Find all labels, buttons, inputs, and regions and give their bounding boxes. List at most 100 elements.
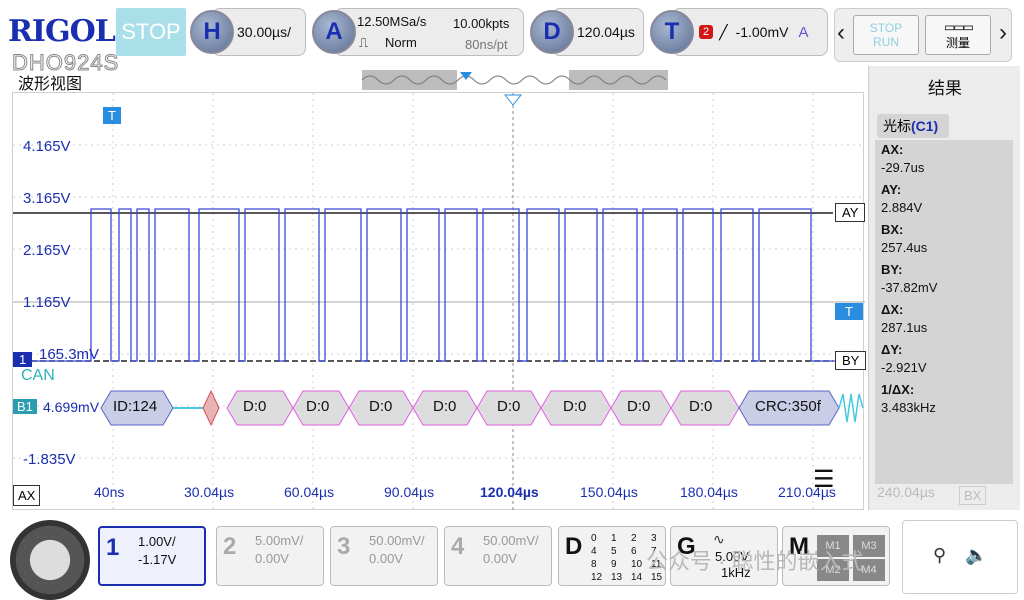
bottom-bar: 1 1.00V/ -1.17V 2 5.00mV/ 0.00V 3 50.00m… bbox=[0, 514, 1024, 600]
rising-edge-icon: ╱ bbox=[719, 23, 728, 40]
home-gear-icon[interactable] bbox=[10, 520, 90, 600]
y-label-3: 1.165V bbox=[23, 294, 71, 311]
cursor-ay-marker[interactable]: AY bbox=[835, 203, 866, 222]
ch1-trace bbox=[13, 208, 865, 362]
chevron-left-icon[interactable]: ‹ bbox=[837, 19, 845, 47]
digital-channel-12: 12 bbox=[591, 572, 603, 583]
acquire-icon[interactable]: A bbox=[312, 10, 356, 54]
results-tab-cursor[interactable]: 光标(C1) bbox=[877, 114, 949, 138]
digital-channel-9: 9 bbox=[611, 559, 617, 570]
result-value-bx: 257.4us bbox=[881, 240, 928, 255]
time-per-point: 80ns/pt bbox=[465, 37, 508, 52]
y-label-2: 2.165V bbox=[23, 242, 71, 259]
usb-icon: ⚲ bbox=[933, 545, 947, 565]
decode-frame-d0: D:0 bbox=[243, 398, 267, 415]
acq-mode: Norm bbox=[385, 35, 417, 50]
digital-channel-10: 10 bbox=[631, 559, 643, 570]
digital-channel-3: 3 bbox=[651, 533, 657, 544]
delay-value: 120.04µs bbox=[577, 24, 635, 40]
decode-frame-d3: D:0 bbox=[433, 398, 457, 415]
acquire-button[interactable]: 12.50MSa/s 10.00kpts ⎍ Norm 80ns/pt bbox=[334, 8, 524, 56]
y-label-4: 165.3mV bbox=[39, 346, 100, 363]
cursor-ax-marker[interactable]: AX bbox=[13, 485, 41, 506]
digital-channel-14: 14 bbox=[631, 572, 643, 583]
result-key-ax: AX: bbox=[881, 142, 904, 157]
system-panel: ⚲ 🔈 bbox=[902, 520, 1018, 594]
ruler-icon: ▭▭▭ bbox=[943, 19, 974, 34]
result-value-dy: -2.921V bbox=[881, 360, 927, 375]
digital-channel-4: 4 bbox=[591, 546, 597, 557]
quick-panel: ‹ STOP RUN ▭▭▭ 测量 › bbox=[834, 8, 1012, 62]
top-toolbar: RIGOL STOP 30.00µs/ H 12.50MSa/s 10.00kp… bbox=[0, 0, 1024, 66]
cursor-bx-marker[interactable]: BX bbox=[959, 486, 987, 505]
decode-frame-d6: D:0 bbox=[627, 398, 651, 415]
waveform-view[interactable]: ID:124 D:0 D:0 D:0 D:0 D:0 D:0 D:0 D:0 C… bbox=[12, 92, 867, 511]
x-label-1: 30.04µs bbox=[184, 484, 235, 500]
trigger-level-marker[interactable]: T bbox=[835, 303, 863, 320]
x-label-8: 240.04µs bbox=[877, 484, 935, 500]
result-value-ay: 2.884V bbox=[881, 200, 923, 215]
horizontal-icon[interactable]: H bbox=[190, 10, 234, 54]
memory-depth: 10.00kpts bbox=[453, 16, 510, 31]
result-value-ax: -29.7us bbox=[881, 160, 925, 175]
decode-frame-d4: D:0 bbox=[497, 398, 521, 415]
result-key-invdx: 1/ΔX: bbox=[881, 382, 915, 397]
stop-status-button[interactable]: STOP bbox=[116, 8, 186, 56]
digital-channel-8: 8 bbox=[591, 559, 597, 570]
trigger-button[interactable]: 2 ╱ -1.00mV A bbox=[672, 8, 828, 56]
speaker-mute-icon[interactable]: 🔈 bbox=[965, 545, 987, 566]
decode-frame-id: ID:124 bbox=[113, 398, 158, 415]
overview-strip[interactable] bbox=[362, 70, 668, 90]
result-key-dy: ΔY: bbox=[881, 342, 903, 357]
trigger-position-marker[interactable]: T bbox=[103, 107, 121, 124]
x-label-0: 40ns bbox=[94, 484, 125, 500]
decode-frame-crc: CRC:350f bbox=[755, 398, 821, 415]
result-value-by: -37.82mV bbox=[881, 280, 938, 295]
decode-frame-d2: D:0 bbox=[369, 398, 393, 415]
acq-mode-icon: ⎍ bbox=[359, 35, 369, 50]
chevron-right-icon[interactable]: › bbox=[999, 19, 1007, 47]
digital-channel-13: 13 bbox=[611, 572, 623, 583]
ch1-offset-marker[interactable]: 1 bbox=[13, 352, 33, 367]
bus-b1-marker[interactable]: B1 bbox=[13, 399, 37, 414]
y-label-1: 3.165V bbox=[23, 190, 71, 207]
rigol-logo: RIGOL bbox=[8, 14, 116, 49]
stop-run-button[interactable]: STOP RUN bbox=[853, 15, 919, 55]
cursor-by-marker[interactable]: BY bbox=[835, 351, 867, 370]
y-label-5: -1.835V bbox=[23, 451, 76, 468]
measure-button[interactable]: ▭▭▭ 测量 bbox=[925, 15, 991, 55]
x-label-6: 180.04µs bbox=[680, 484, 738, 500]
x-label-5: 150.04µs bbox=[580, 484, 638, 500]
results-title: 结果 bbox=[928, 79, 962, 98]
digital-channel-6: 6 bbox=[631, 546, 637, 557]
channel-4-button[interactable]: 4 50.00mV/ 0.00V bbox=[444, 526, 552, 586]
x-label-7: 210.04µs bbox=[778, 484, 836, 500]
delay-icon[interactable]: D bbox=[530, 10, 574, 54]
watermark: 公众号 · 聪性的嵌入式 bbox=[646, 549, 864, 574]
result-key-bx: BX: bbox=[881, 222, 904, 237]
trigger-icon[interactable]: T bbox=[650, 10, 694, 54]
channel-2-button[interactable]: 2 5.00mV/ 0.00V bbox=[216, 526, 324, 586]
decode-frame-d5: D:0 bbox=[563, 398, 587, 415]
can-label: CAN bbox=[21, 367, 55, 384]
sample-rate: 12.50MSa/s bbox=[357, 14, 427, 29]
x-label-2: 60.04µs bbox=[284, 484, 335, 500]
result-key-ay: AY: bbox=[881, 182, 902, 197]
digital-channel-1: 1 bbox=[611, 533, 617, 544]
x-label-4: 120.04µs bbox=[480, 484, 539, 500]
result-value-invdx: 3.483kHz bbox=[881, 400, 936, 415]
results-panel: 结果 光标(C1) AX: -29.7us AY: 2.884V BX: 257… bbox=[868, 66, 1020, 510]
waveform-grid bbox=[13, 93, 865, 511]
trigger-channel-badge: 2 bbox=[699, 25, 714, 39]
digital-channel-5: 5 bbox=[611, 546, 617, 557]
decode-frame-d1: D:0 bbox=[306, 398, 330, 415]
digital-channel-2: 2 bbox=[631, 533, 637, 544]
result-key-dx: ΔX: bbox=[881, 302, 904, 317]
decode-bus bbox=[100, 389, 864, 427]
channel-3-button[interactable]: 3 50.00mV/ 0.00V bbox=[330, 526, 438, 586]
trigger-level: -1.00mV bbox=[735, 24, 789, 40]
channel-1-button[interactable]: 1 1.00V/ -1.17V bbox=[98, 526, 206, 586]
digital-channel-0: 0 bbox=[591, 533, 597, 544]
y-label-0: 4.165V bbox=[23, 138, 71, 155]
decode-frame-d7: D:0 bbox=[689, 398, 713, 415]
